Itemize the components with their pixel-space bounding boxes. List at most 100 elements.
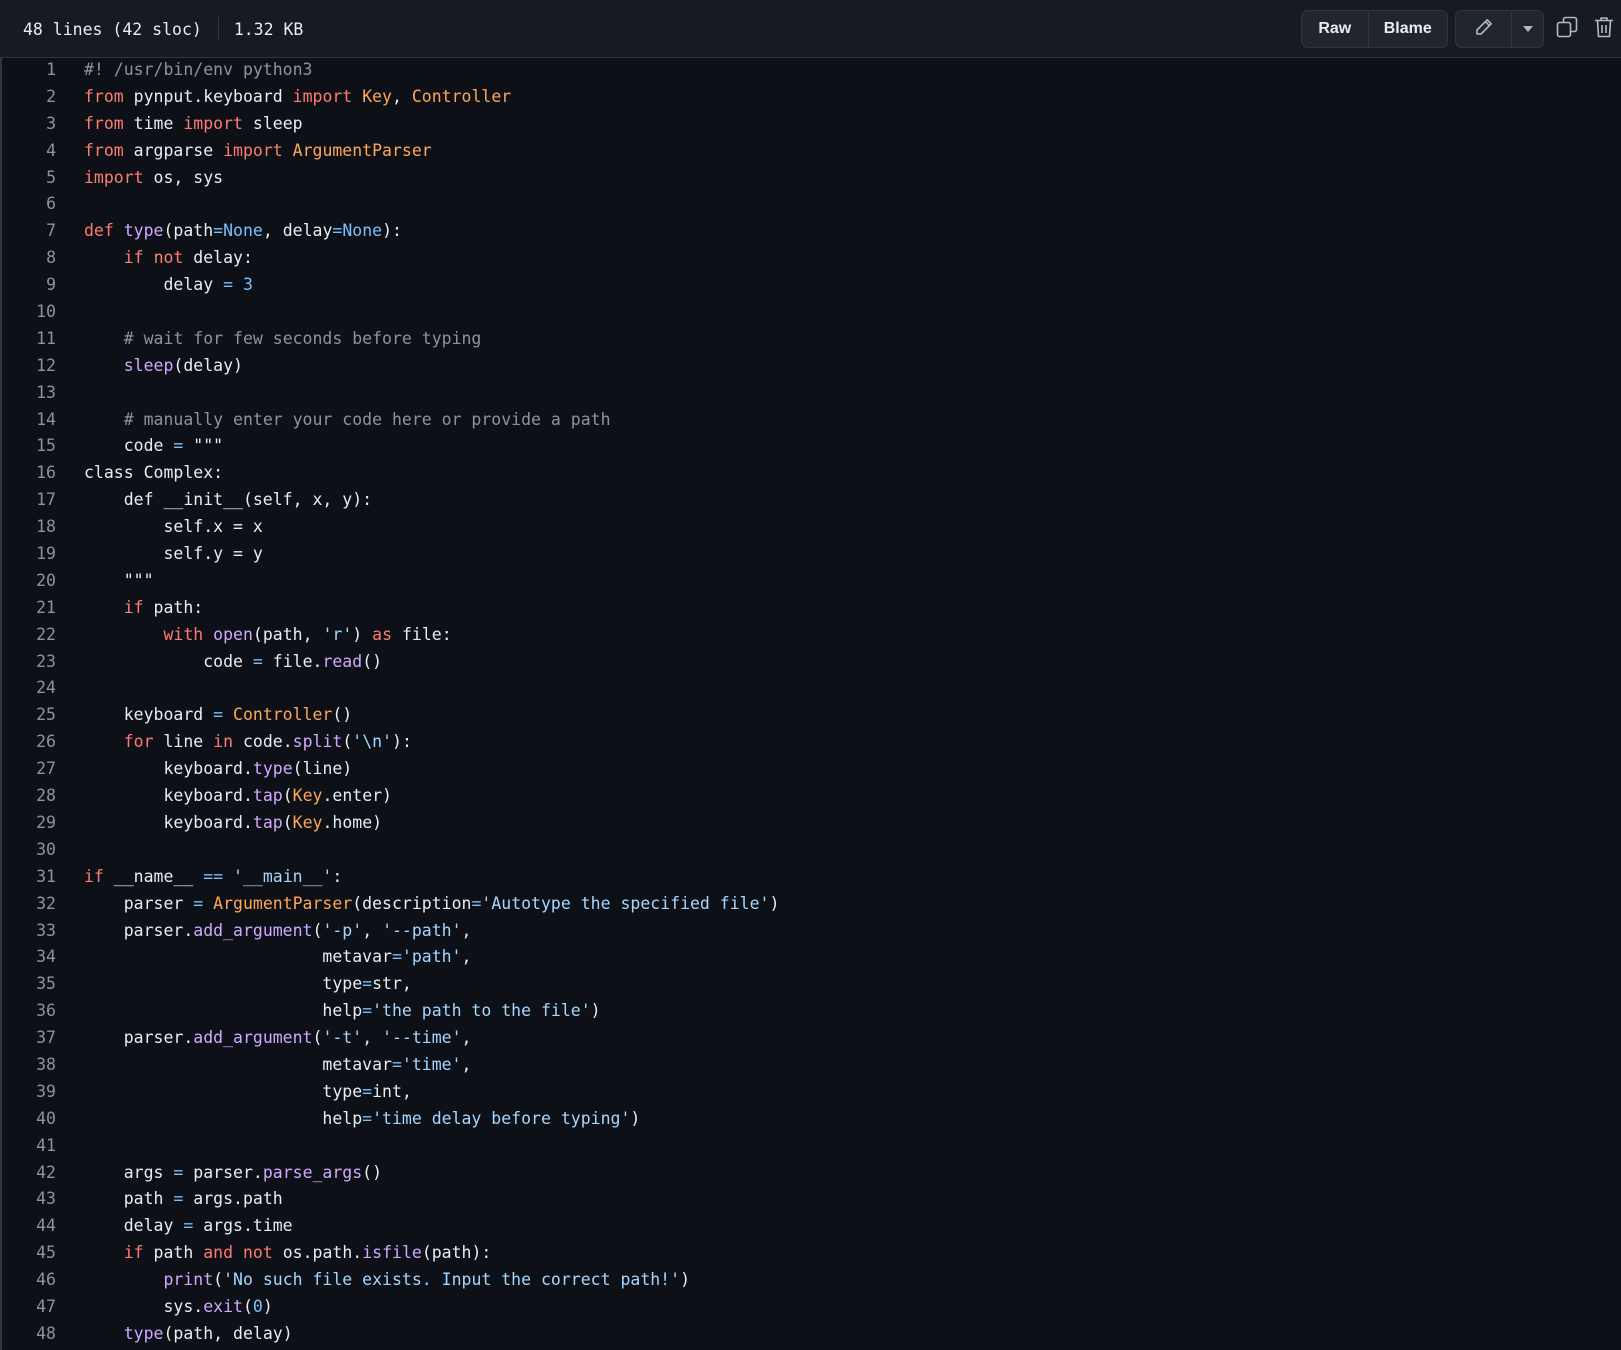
line-number[interactable]: 40 <box>0 1106 56 1133</box>
code-line: 46 print('No such file exists. Input the… <box>0 1267 1621 1294</box>
copy-button[interactable] <box>1550 12 1584 46</box>
line-code: for line in code.split('\n'): <box>123 732 412 752</box>
code-line: 16 class Complex: <box>0 460 1621 487</box>
code-line: 32 parser = ArgumentParser(description='… <box>0 891 1621 918</box>
line-code: if __name__ == '__main__': <box>84 866 343 886</box>
line-number[interactable]: 47 <box>0 1294 56 1321</box>
code-line: 25 keyboard = Controller() <box>0 702 1621 729</box>
code-line: 17 def __init__(self, x, y): <box>0 487 1621 514</box>
line-number[interactable]: 15 <box>0 433 56 460</box>
code-line: 19 self.y = y <box>0 541 1621 568</box>
line-number[interactable]: 20 <box>0 568 56 595</box>
line-code: parser.add_argument('-p', '--path', <box>84 920 472 940</box>
code-line: 21 if path: <box>0 595 1621 622</box>
line-code: if path and not os.path.isfile(path): <box>123 1243 492 1263</box>
line-number[interactable]: 3 <box>0 111 56 138</box>
line-number[interactable]: 26 <box>0 729 56 756</box>
line-number[interactable]: 22 <box>0 622 56 649</box>
line-number[interactable]: 25 <box>0 702 56 729</box>
line-number[interactable]: 6 <box>0 191 56 218</box>
line-code: if path: <box>123 597 204 617</box>
line-number[interactable]: 1 <box>0 57 56 84</box>
code-line: 34 metavar='path', <box>0 944 1621 971</box>
line-number[interactable]: 7 <box>0 218 56 245</box>
code-line: 41 <box>0 1133 1621 1160</box>
line-number[interactable]: 16 <box>0 460 56 487</box>
line-number[interactable]: 31 <box>0 864 56 891</box>
line-number[interactable]: 17 <box>0 487 56 514</box>
line-number[interactable]: 38 <box>0 1052 56 1079</box>
line-number[interactable]: 34 <box>0 944 56 971</box>
code-line: 27 keyboard.type(line) <box>0 756 1621 783</box>
line-number[interactable]: 13 <box>0 380 56 407</box>
line-number[interactable]: 2 <box>0 84 56 111</box>
code-line: 13 <box>0 380 1621 407</box>
line-number[interactable]: 35 <box>0 971 56 998</box>
line-number[interactable]: 10 <box>0 299 56 326</box>
code-listing: 1 #! /usr/bin/env python3 2 from pynput.key… <box>0 57 1621 1348</box>
line-code: print('No such file exists. Input the co… <box>163 1270 690 1290</box>
code-line: 8 if not delay: <box>0 245 1621 272</box>
line-code: sys.exit(0) <box>84 1296 273 1316</box>
code-line: 22 with open(path, 'r') as file: <box>0 622 1621 649</box>
line-code: keyboard.tap(Key.enter) <box>84 786 392 806</box>
line-number[interactable]: 14 <box>0 407 56 434</box>
line-code: args = parser.parse_args() <box>84 1162 383 1182</box>
file-header: 48 lines (42 sloc) 1.32 KB Raw Blame <box>0 0 1621 58</box>
line-number[interactable]: 9 <box>0 272 56 299</box>
code-line: 26 for line in code.split('\n'): <box>0 729 1621 756</box>
line-number[interactable]: 37 <box>0 1025 56 1052</box>
triangle-down-icon <box>1522 20 1534 38</box>
line-number[interactable]: 4 <box>0 138 56 165</box>
code-line: 24 <box>0 675 1621 702</box>
blame-button[interactable]: Blame <box>1367 11 1447 47</box>
line-number[interactable]: 23 <box>0 649 56 676</box>
line-number[interactable]: 11 <box>0 326 56 353</box>
line-number[interactable]: 48 <box>0 1321 56 1348</box>
edit-button[interactable] <box>1456 11 1511 47</box>
line-code: if not delay: <box>123 248 253 268</box>
line-code: keyboard = Controller() <box>84 705 353 725</box>
line-number[interactable]: 33 <box>0 918 56 945</box>
line-number[interactable]: 8 <box>0 245 56 272</box>
line-number[interactable]: 43 <box>0 1186 56 1213</box>
line-number[interactable]: 30 <box>0 837 56 864</box>
line-code: from pynput.keyboard import Key, Control… <box>84 86 512 106</box>
code-line: 48 type(path, delay) <box>0 1321 1621 1348</box>
line-number[interactable]: 32 <box>0 891 56 918</box>
line-number[interactable]: 19 <box>0 541 56 568</box>
line-number[interactable]: 44 <box>0 1213 56 1240</box>
raw-button[interactable]: Raw <box>1302 11 1368 47</box>
delete-button[interactable] <box>1590 12 1618 46</box>
copy-icon <box>1555 15 1579 44</box>
line-number[interactable]: 21 <box>0 595 56 622</box>
code-line: 1 #! /usr/bin/env python3 <box>0 57 1621 84</box>
code-line: 4 from argparse import ArgumentParser <box>0 138 1621 165</box>
line-number[interactable]: 5 <box>0 165 56 192</box>
line-number[interactable]: 18 <box>0 514 56 541</box>
code-line: 40 help='time delay before typing') <box>0 1106 1621 1133</box>
line-code: metavar='path', <box>84 947 472 967</box>
code-line: 42 args = parser.parse_args() <box>0 1160 1621 1187</box>
code-line: 28 keyboard.tap(Key.enter) <box>0 783 1621 810</box>
line-number[interactable]: 27 <box>0 756 56 783</box>
line-number[interactable]: 12 <box>0 353 56 380</box>
line-code: with open(path, 'r') as file: <box>163 624 452 644</box>
code-line: 10 <box>0 299 1621 326</box>
line-number[interactable]: 36 <box>0 998 56 1025</box>
code-line: 33 parser.add_argument('-p', '--path', <box>0 918 1621 945</box>
code-line: 9 delay = 3 <box>0 272 1621 299</box>
line-number[interactable]: 24 <box>0 675 56 702</box>
line-number[interactable]: 45 <box>0 1240 56 1267</box>
line-number[interactable]: 29 <box>0 810 56 837</box>
line-number[interactable]: 41 <box>0 1133 56 1160</box>
edit-dropdown-button[interactable] <box>1511 11 1543 47</box>
line-count: 48 lines (42 sloc) <box>23 19 202 39</box>
file-size: 1.32 KB <box>233 19 304 39</box>
line-number[interactable]: 46 <box>0 1267 56 1294</box>
line-number[interactable]: 28 <box>0 783 56 810</box>
line-number[interactable]: 39 <box>0 1079 56 1106</box>
line-number[interactable]: 42 <box>0 1160 56 1187</box>
code-line: 6 <box>0 191 1621 218</box>
line-code: delay = args.time <box>84 1216 293 1236</box>
